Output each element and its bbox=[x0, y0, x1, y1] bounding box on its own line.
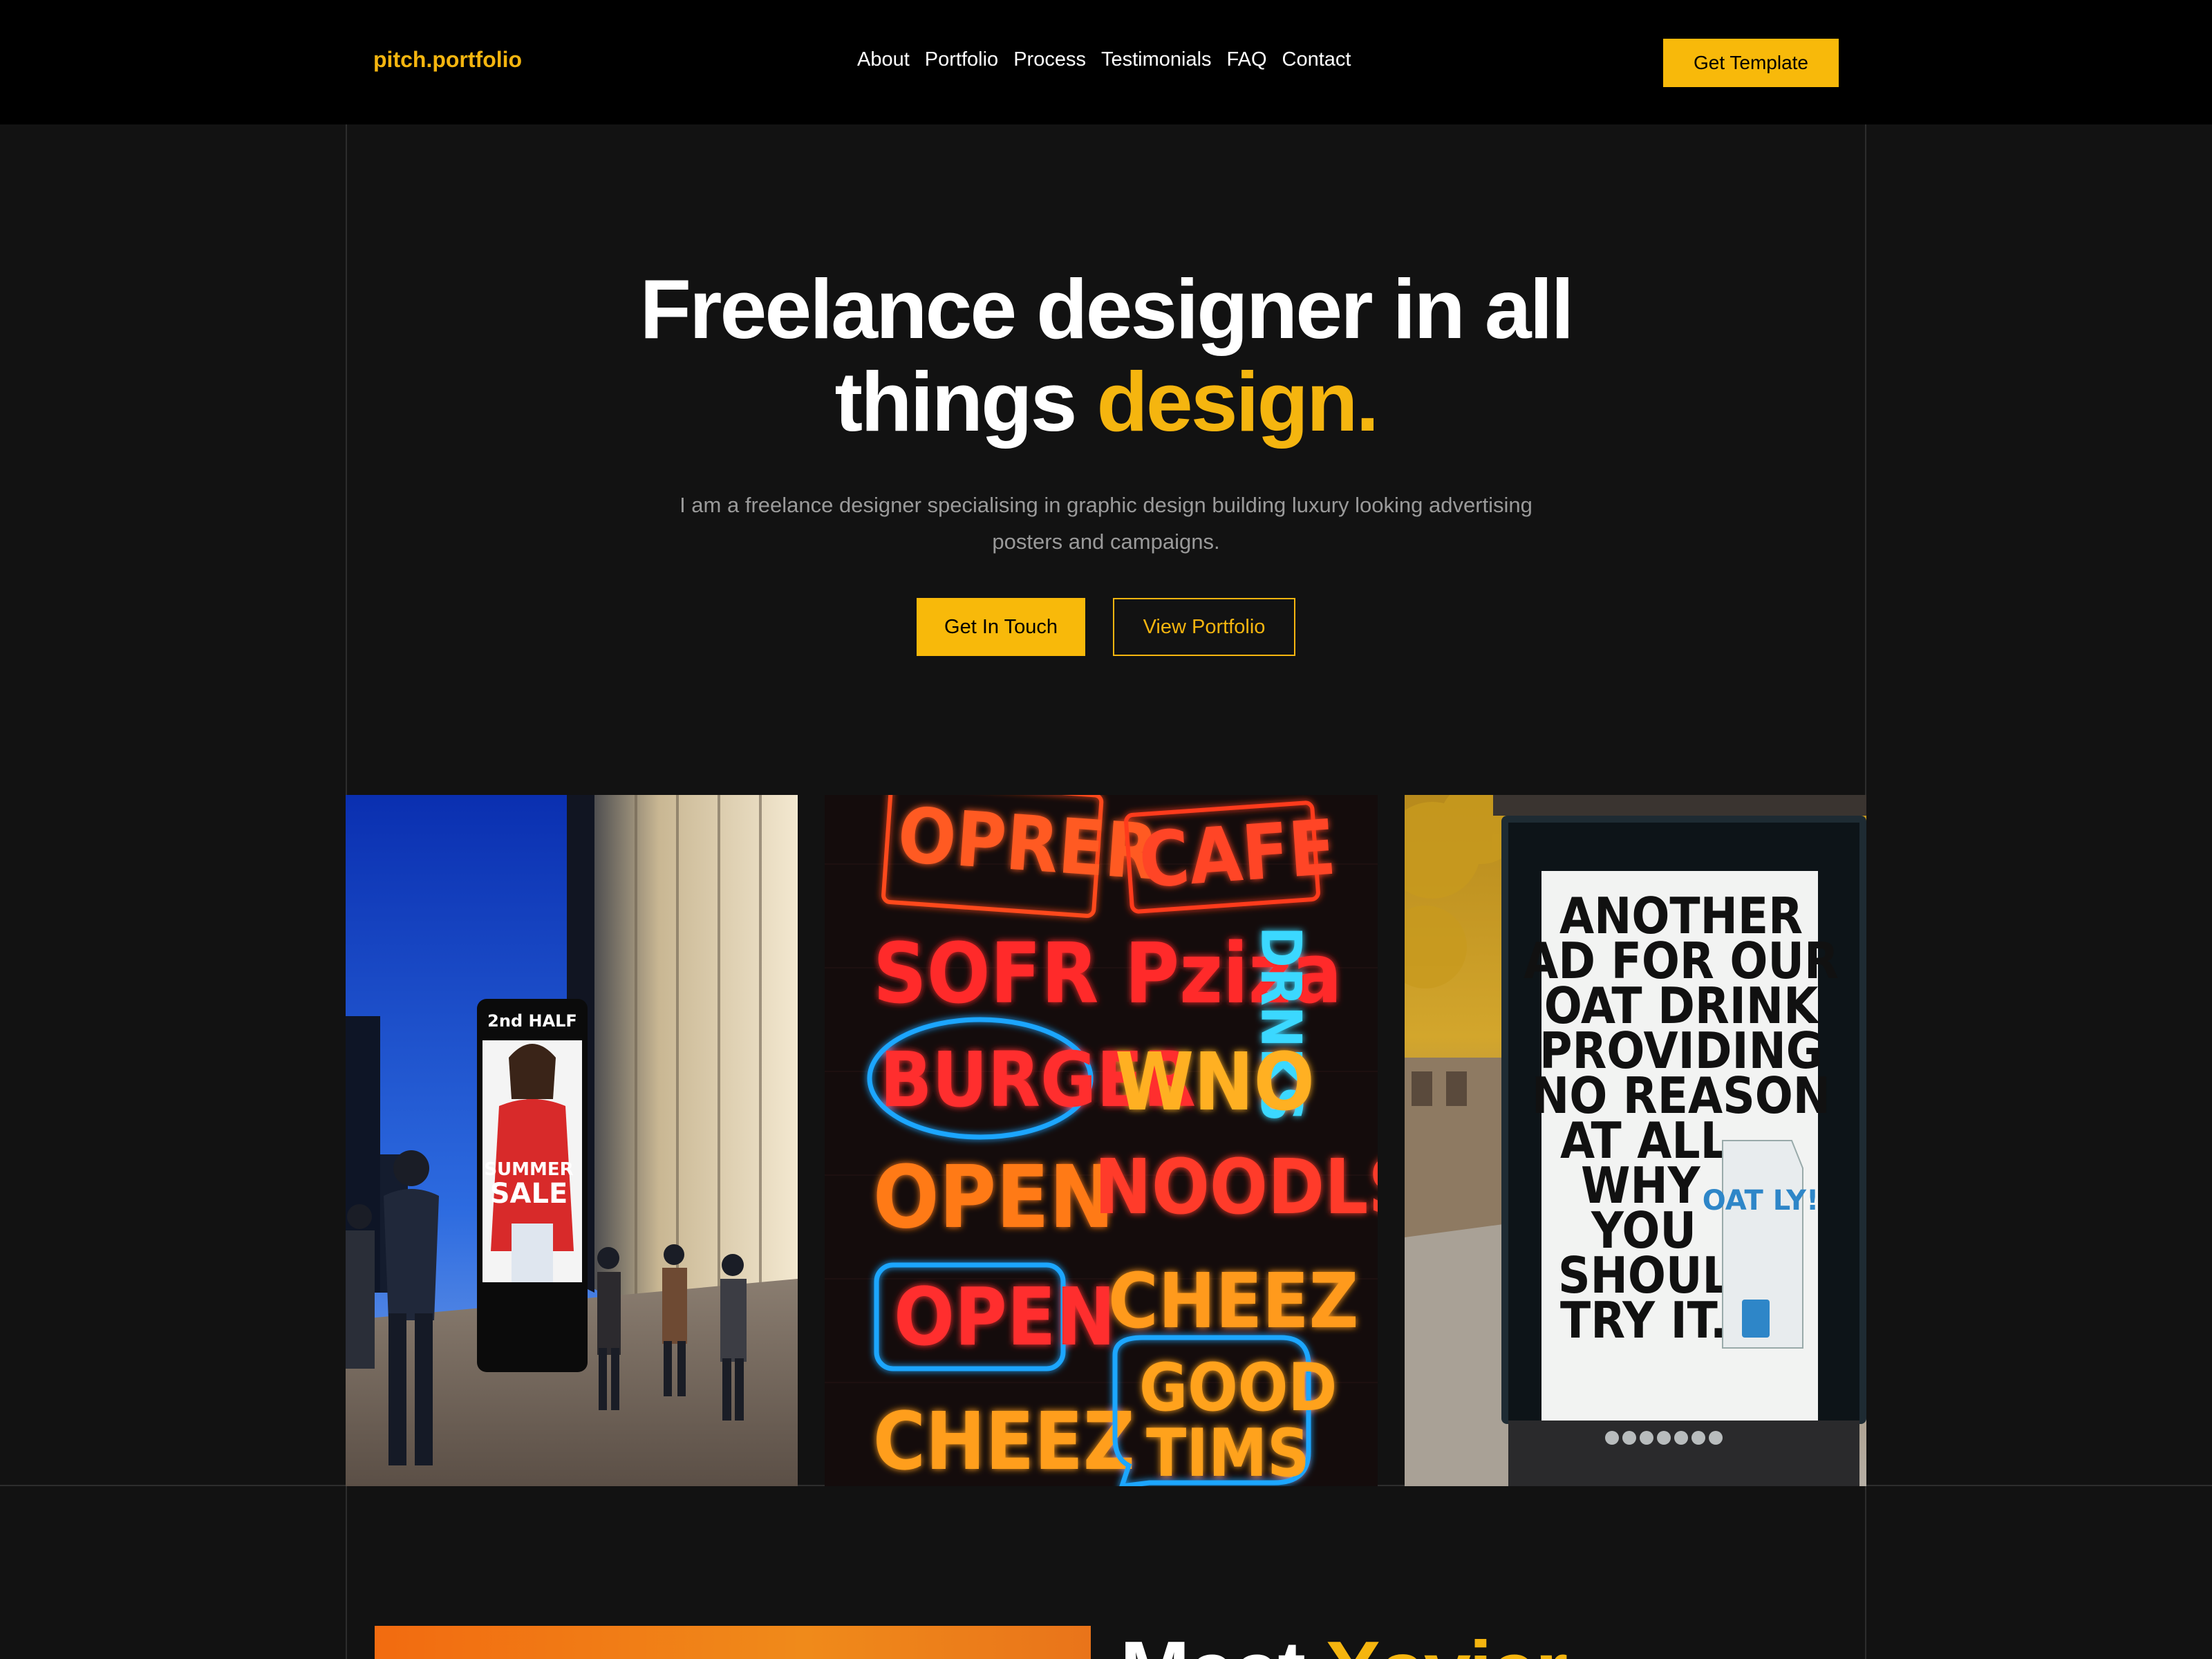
street-scene-illustration: 2nd HALF SUMMER SALE bbox=[346, 795, 798, 1486]
oat-poster-illustration: ANOTHER AD FOR OUR OAT DRINK PROVIDING N… bbox=[1405, 795, 1866, 1486]
view-portfolio-button[interactable]: View Portfolio bbox=[1113, 598, 1295, 656]
hero-title-line1: Freelance designer in all bbox=[639, 262, 1575, 356]
about-title-plain: Meet bbox=[1120, 1624, 1306, 1659]
about-portrait-image bbox=[375, 1626, 1091, 1659]
poster-line-10: TRY IT. bbox=[1560, 1291, 1727, 1349]
carton-brand: OAT LY! bbox=[1703, 1185, 1819, 1217]
nav-menu: About Portfolio Process Testimonials FAQ… bbox=[857, 48, 1351, 71]
nav-link-portfolio[interactable]: Portfolio bbox=[925, 48, 998, 71]
neon-signs-illustration: OPRER CAFE SOFR Pziza DRNKS BURGER WNO O… bbox=[825, 795, 1378, 1486]
hero-title-accent: design. bbox=[1096, 355, 1379, 449]
hero-title-plain: things bbox=[834, 355, 1078, 449]
neon-word-13: TIMS bbox=[1146, 1416, 1310, 1486]
get-template-button[interactable]: Get Template bbox=[1663, 39, 1839, 87]
portfolio-image-oat-drink-poster[interactable]: ANOTHER AD FOR OUR OAT DRINK PROVIDING N… bbox=[1405, 795, 1866, 1486]
billboard-sale-text-2: SALE bbox=[490, 1178, 568, 1210]
neon-word-8: NOODLS bbox=[1094, 1143, 1378, 1231]
nav-link-testimonials[interactable]: Testimonials bbox=[1101, 48, 1212, 71]
neon-word-7: OPEN bbox=[873, 1147, 1114, 1248]
nav-link-contact[interactable]: Contact bbox=[1282, 48, 1351, 71]
nav-link-about[interactable]: About bbox=[857, 48, 910, 71]
nav-link-faq[interactable]: FAQ bbox=[1227, 48, 1267, 71]
neon-word-11: CHEEZ bbox=[873, 1396, 1135, 1486]
hero-subtitle: I am a freelance designer specialising i… bbox=[622, 487, 1590, 560]
neon-word-10: CHEEZ bbox=[1108, 1257, 1358, 1345]
top-nav: pitch.portfolio About Portfolio Process … bbox=[0, 0, 2212, 124]
neon-word-9: OPEN bbox=[894, 1271, 1116, 1364]
billboard-header-text: 2nd HALF bbox=[487, 1011, 577, 1031]
hero-subtitle-line2: posters and campaigns. bbox=[992, 529, 1220, 554]
neon-word-12: GOOD bbox=[1139, 1350, 1337, 1426]
get-in-touch-button[interactable]: Get In Touch bbox=[917, 598, 1085, 656]
hero-subtitle-line1: I am a freelance designer specialising i… bbox=[679, 493, 1533, 517]
hero-title: Freelance designer in all things design. bbox=[484, 263, 1728, 448]
portfolio-image-neon-signs[interactable]: OPRER CAFE SOFR Pziza DRNKS BURGER WNO O… bbox=[825, 795, 1378, 1486]
about-title-accent: Xavier bbox=[1325, 1624, 1568, 1659]
logo[interactable]: pitch.portfolio bbox=[373, 47, 522, 73]
neon-word-2: CAFE bbox=[1136, 803, 1339, 906]
billboard-sale-text-1: SUMMER bbox=[484, 1159, 573, 1180]
portfolio-image-street-billboard[interactable]: 2nd HALF SUMMER SALE bbox=[346, 795, 798, 1486]
about-title: Meet Xavier bbox=[1120, 1624, 1568, 1659]
nav-link-process[interactable]: Process bbox=[1013, 48, 1086, 71]
neon-word-6: WNO bbox=[1115, 1036, 1315, 1129]
